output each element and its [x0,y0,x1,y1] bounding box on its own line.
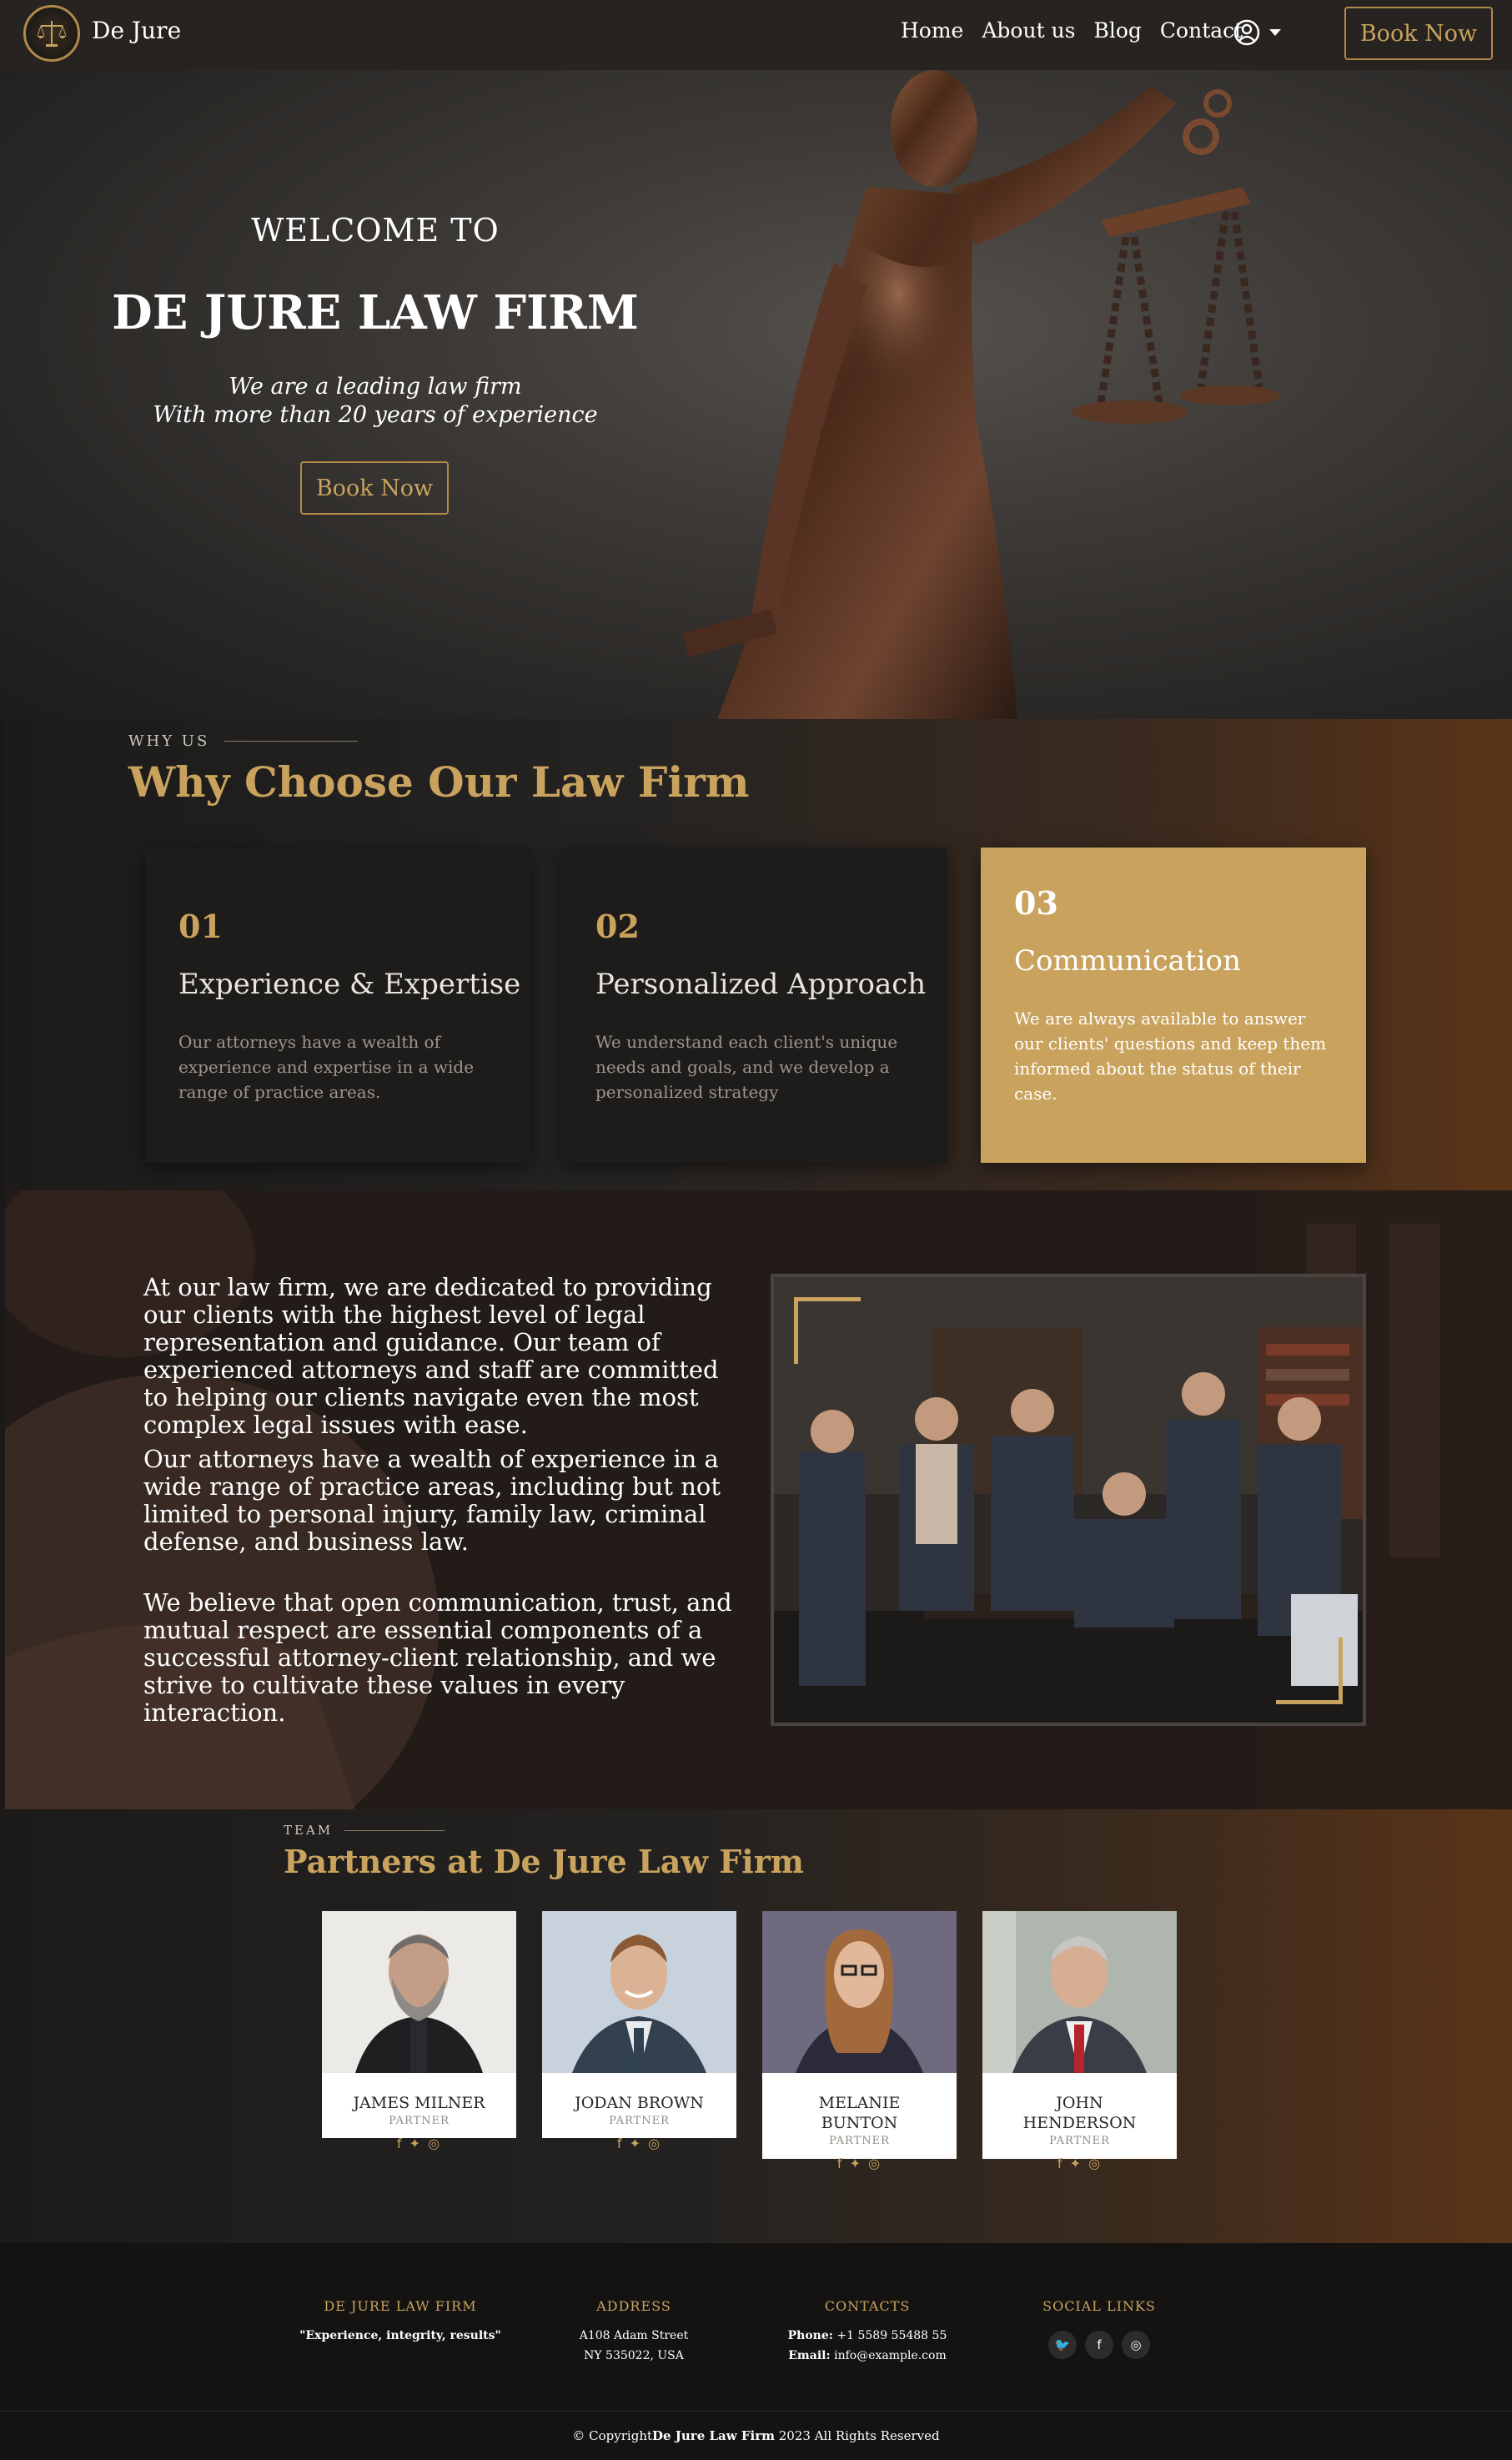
feature-card-communication: 03 Communication We are always available… [981,848,1366,1163]
footer-address-line2: NY 535022, USA [584,2349,684,2362]
hero-book-now-button[interactable]: Book Now [300,461,449,515]
hero-section: WELCOME TO DE JURE LAW FIRM We are a lea… [0,70,1512,719]
partners-section: TEAM Partners at De Jure Law Firm JAMES … [0,1809,1512,2243]
feature-card-personalized: 02 Personalized Approach We understand e… [562,848,947,1163]
user-menu-dropdown[interactable] [1233,18,1281,47]
partner-role: PARTNER [1049,2135,1110,2147]
top-navbar: De Jure Home About us Blog Contact Book … [0,0,1512,70]
why-us-eyebrow: WHY US [128,732,359,750]
footer-social-links: 🐦 f ◎ [1016,2331,1183,2359]
card-text: We understand each client's unique needs… [595,1032,898,1102]
nav-links: Home About us Blog Contact [901,18,1261,43]
about-paragraph-1: At our law firm, we are dedicated to pro… [143,1273,719,1439]
footer-phone: Phone: +1 5589 55488 55 [751,2326,984,2346]
copyright-prefix: © Copyright [572,2428,653,2443]
copyright-text: © CopyrightDe Jure Law Firm 2023 All Rig… [0,2428,1512,2443]
card-number: 03 [1014,884,1058,922]
card-title: Experience & Expertise [178,968,521,1001]
facebook-icon[interactable]: f [1085,2331,1113,2359]
why-us-title: Why Choose Our Law Firm [128,757,750,807]
copyright-brand: De Jure Law Firm [652,2428,775,2443]
footer-address-heading: ADDRESS [596,2298,671,2314]
email-label: Email: [788,2349,831,2362]
footer-firm-motto: "Experience, integrity, results" [299,2329,501,2342]
card-text: We are always available to answer our cl… [1014,1009,1327,1104]
chevron-down-icon [1269,29,1281,36]
hero-welcome-text: WELCOME TO [251,212,500,249]
partners-eyebrow-label: TEAM [284,1823,334,1838]
partner-social-icons[interactable]: f ✦ ◎ [542,2136,736,2151]
card-text: Our attorneys have a wealth of experienc… [178,1032,475,1102]
partner-role: PARTNER [829,2135,890,2147]
partner-card-james-milner[interactable]: JAMES MILNER PARTNER f ✦ ◎ [322,1911,516,2151]
why-us-eyebrow-label: WHY US [128,732,210,750]
logo-scales-icon[interactable] [23,5,80,62]
about-paragraph-3: We believe that open communication, trus… [143,1588,732,1727]
phone-value[interactable]: +1 5589 55488 55 [836,2329,947,2342]
partner-name: JAMES MILNER [353,2094,485,2112]
footer-contacts-heading: CONTACTS [824,2298,911,2314]
partner-name: MELANIE BUNTON [818,2094,901,2132]
partner-social-icons[interactable]: f ✦ ◎ [982,2156,1177,2171]
photo-corner-accent-bottom [1276,1637,1343,1704]
footer-social-column: SOCIAL LINKS 🐦 f ◎ [1016,2298,1183,2359]
card-title: Personalized Approach [595,968,927,1001]
site-footer: DE JURE LAW FIRM "Experience, integrity,… [0,2243,1512,2460]
partners-title: Partners at De Jure Law Firm [284,1843,804,1880]
photo-corner-accent-top [794,1297,861,1364]
partner-name: JODAN BROWN [575,2094,704,2112]
partner-social-icons[interactable]: f ✦ ◎ [762,2156,957,2171]
twitter-icon[interactable]: 🐦 [1048,2331,1077,2359]
hero-subtitle-line2: With more than 20 years of experience [153,402,598,428]
partner-card-melanie-bunton[interactable]: MELANIE BUNTON PARTNER f ✦ ◎ [762,1911,957,2171]
footer-social-heading: SOCIAL LINKS [1042,2298,1156,2314]
about-paragraph-2: Our attorneys have a wealth of experienc… [143,1445,721,1556]
footer-contacts-column: CONTACTS Phone: +1 5589 55488 55 Email: … [751,2298,984,2366]
partner-social-icons[interactable]: f ✦ ◎ [322,2136,516,2151]
nav-book-now-button[interactable]: Book Now [1344,7,1493,60]
footer-firm-column: DE JURE LAW FIRM "Experience, integrity,… [292,2298,509,2346]
hero-title: DE JURE LAW FIRM [112,285,639,340]
nav-blog-link[interactable]: Blog [1094,18,1142,43]
instagram-icon[interactable]: ◎ [1122,2331,1150,2359]
card-number: 01 [178,908,223,945]
partners-eyebrow: TEAM [284,1823,445,1838]
partner-card-jodan-brown[interactable]: JODAN BROWN PARTNER f ✦ ◎ [542,1911,736,2151]
partner-photo [982,1911,1177,2073]
partner-card-john-henderson[interactable]: JOHN HENDERSON PARTNER f ✦ ◎ [982,1911,1177,2171]
hero-subtitle-line1: We are a leading law firm [229,374,522,400]
eyebrow-divider [344,1829,445,1831]
footer-address-column: ADDRESS A108 Adam Street NY 535022, USA [550,2298,717,2366]
about-section: At our law firm, we are dedicated to pro… [5,1190,1512,1809]
nav-contact-link[interactable]: Contact [1160,18,1243,43]
phone-label: Phone: [787,2329,833,2342]
footer-firm-heading: DE JURE LAW FIRM [324,2298,477,2314]
why-us-section: WHY US Why Choose Our Law Firm 01 Experi… [5,719,1512,1190]
partner-photo [762,1911,957,2073]
user-circle-icon [1233,19,1260,46]
card-number: 02 [595,908,640,945]
partner-photo [322,1911,516,2073]
partner-role: PARTNER [389,2115,450,2127]
nav-about-link[interactable]: About us [982,18,1075,43]
partner-name: JOHN HENDERSON [1022,2094,1137,2132]
footer-email: Email: info@example.com [751,2346,984,2366]
feature-card-experience: 01 Experience & Expertise Our attorneys … [145,848,530,1163]
card-title: Communication [1014,944,1241,978]
email-value[interactable]: info@example.com [834,2349,947,2362]
nav-home-link[interactable]: Home [901,18,963,43]
eyebrow-divider [224,741,359,742]
partner-role: PARTNER [609,2115,670,2127]
partner-photo [542,1911,736,2073]
brand-name[interactable]: De Jure [92,17,181,44]
footer-address-line1: A108 Adam Street [579,2329,689,2342]
footer-divider [0,2411,1512,2412]
copyright-suffix: 2023 All Rights Reserved [774,2428,940,2443]
